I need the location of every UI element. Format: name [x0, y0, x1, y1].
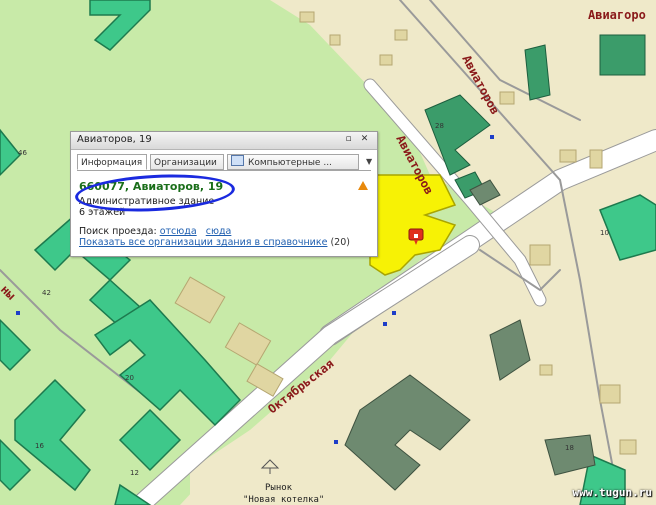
building-type: Административное здание [79, 196, 215, 207]
svg-text:42: 42 [42, 289, 51, 297]
route-to-link[interactable]: сюда [206, 226, 232, 237]
minimize-icon[interactable]: ▫ [343, 134, 354, 145]
tab-info[interactable]: Информация [77, 154, 147, 170]
org-count: (20) [330, 237, 350, 248]
svg-text:28: 28 [435, 122, 444, 130]
route-from-link[interactable]: отсюда [160, 226, 197, 237]
market-subtitle: "Новая котелка" [243, 495, 324, 505]
svg-text:18: 18 [565, 444, 574, 452]
svg-text:16: 16 [35, 442, 44, 450]
industrial-buildings [424, 34, 646, 199]
svg-text:12: 12 [130, 469, 139, 477]
svg-text:10: 10 [600, 229, 609, 237]
tab-computer[interactable]: Компьютерные ... [227, 154, 359, 170]
route-search: Поиск проезда: отсюда сюда [79, 226, 231, 237]
building-info-popup[interactable]: Авиаторов, 19 ▫ ✕ Информация Организации… [70, 131, 378, 257]
street-label-aviagor: Авиагоро [588, 8, 646, 22]
tabs-divider [77, 170, 371, 171]
svg-text:20: 20 [125, 374, 134, 382]
popup-title: Авиаторов, 19 [77, 134, 152, 145]
market-name: Рынок [265, 483, 293, 493]
show-all-orgs: Показать все организации здания в справо… [79, 237, 350, 248]
svg-text:46: 46 [18, 149, 27, 157]
computer-icon [231, 155, 244, 166]
tabs-dropdown-icon[interactable]: ▼ [366, 157, 372, 166]
popup-titlebar[interactable]: Авиаторов, 19 ▫ ✕ [71, 132, 377, 150]
building-address: 660077, Авиаторов, 19 [79, 180, 224, 193]
tab-organizations[interactable]: Организации [150, 154, 224, 170]
route-label: Поиск проезда: [79, 226, 157, 237]
warning-icon[interactable] [358, 181, 368, 190]
building-floors: 6 этажей [79, 207, 126, 218]
close-icon[interactable]: ✕ [359, 134, 370, 145]
watermark: www.tugun.ru [572, 486, 652, 499]
show-all-orgs-link[interactable]: Показать все организации здания в справо… [79, 237, 327, 248]
